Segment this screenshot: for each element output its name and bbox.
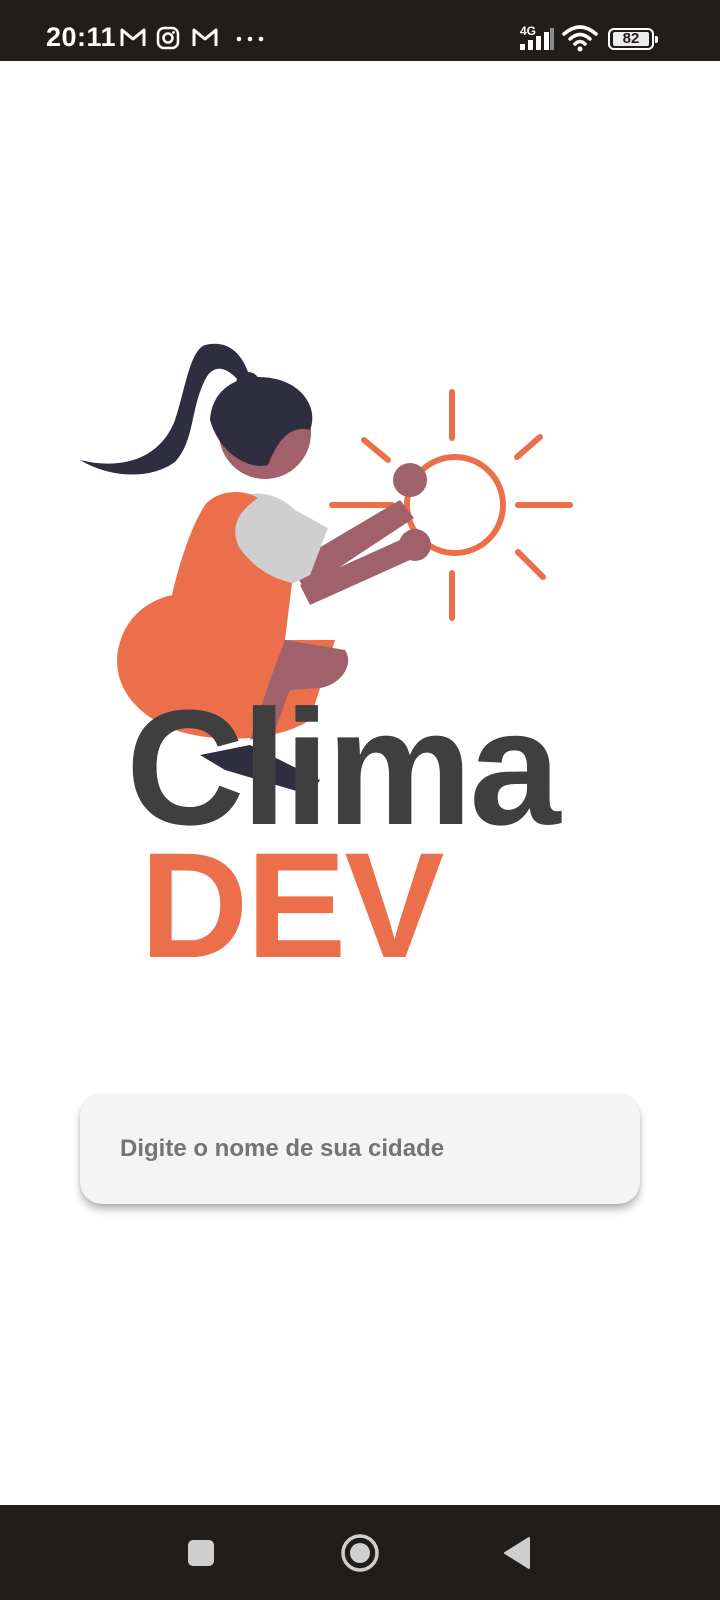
- system-nav-bar: [0, 1505, 720, 1600]
- status-right-group: 4G 82: [490, 0, 720, 61]
- sun-icon: [329, 389, 573, 621]
- gmail-icon: [192, 28, 218, 46]
- signal-icon: [520, 28, 554, 50]
- home-circle-icon: [341, 1533, 379, 1572]
- recents-square-icon: [188, 1539, 214, 1566]
- back-button[interactable]: [466, 1505, 566, 1600]
- home-button[interactable]: [310, 1505, 410, 1600]
- status-bar: 20:11 4G 82: [0, 0, 720, 61]
- instagram-icon: [156, 26, 180, 50]
- battery-icon: 82: [608, 28, 658, 50]
- status-time: 20:11: [46, 22, 117, 52]
- battery-percent: 82: [622, 30, 640, 47]
- more-dots-icon: [236, 36, 264, 42]
- city-search-input[interactable]: [80, 1094, 640, 1204]
- city-search-box[interactable]: [80, 1094, 640, 1204]
- recents-button[interactable]: [151, 1505, 251, 1600]
- wifi-icon: [562, 25, 598, 52]
- gmail-icon: [120, 28, 146, 46]
- brand-title-dev: DEV: [140, 821, 444, 989]
- back-triangle-icon: [504, 1536, 530, 1569]
